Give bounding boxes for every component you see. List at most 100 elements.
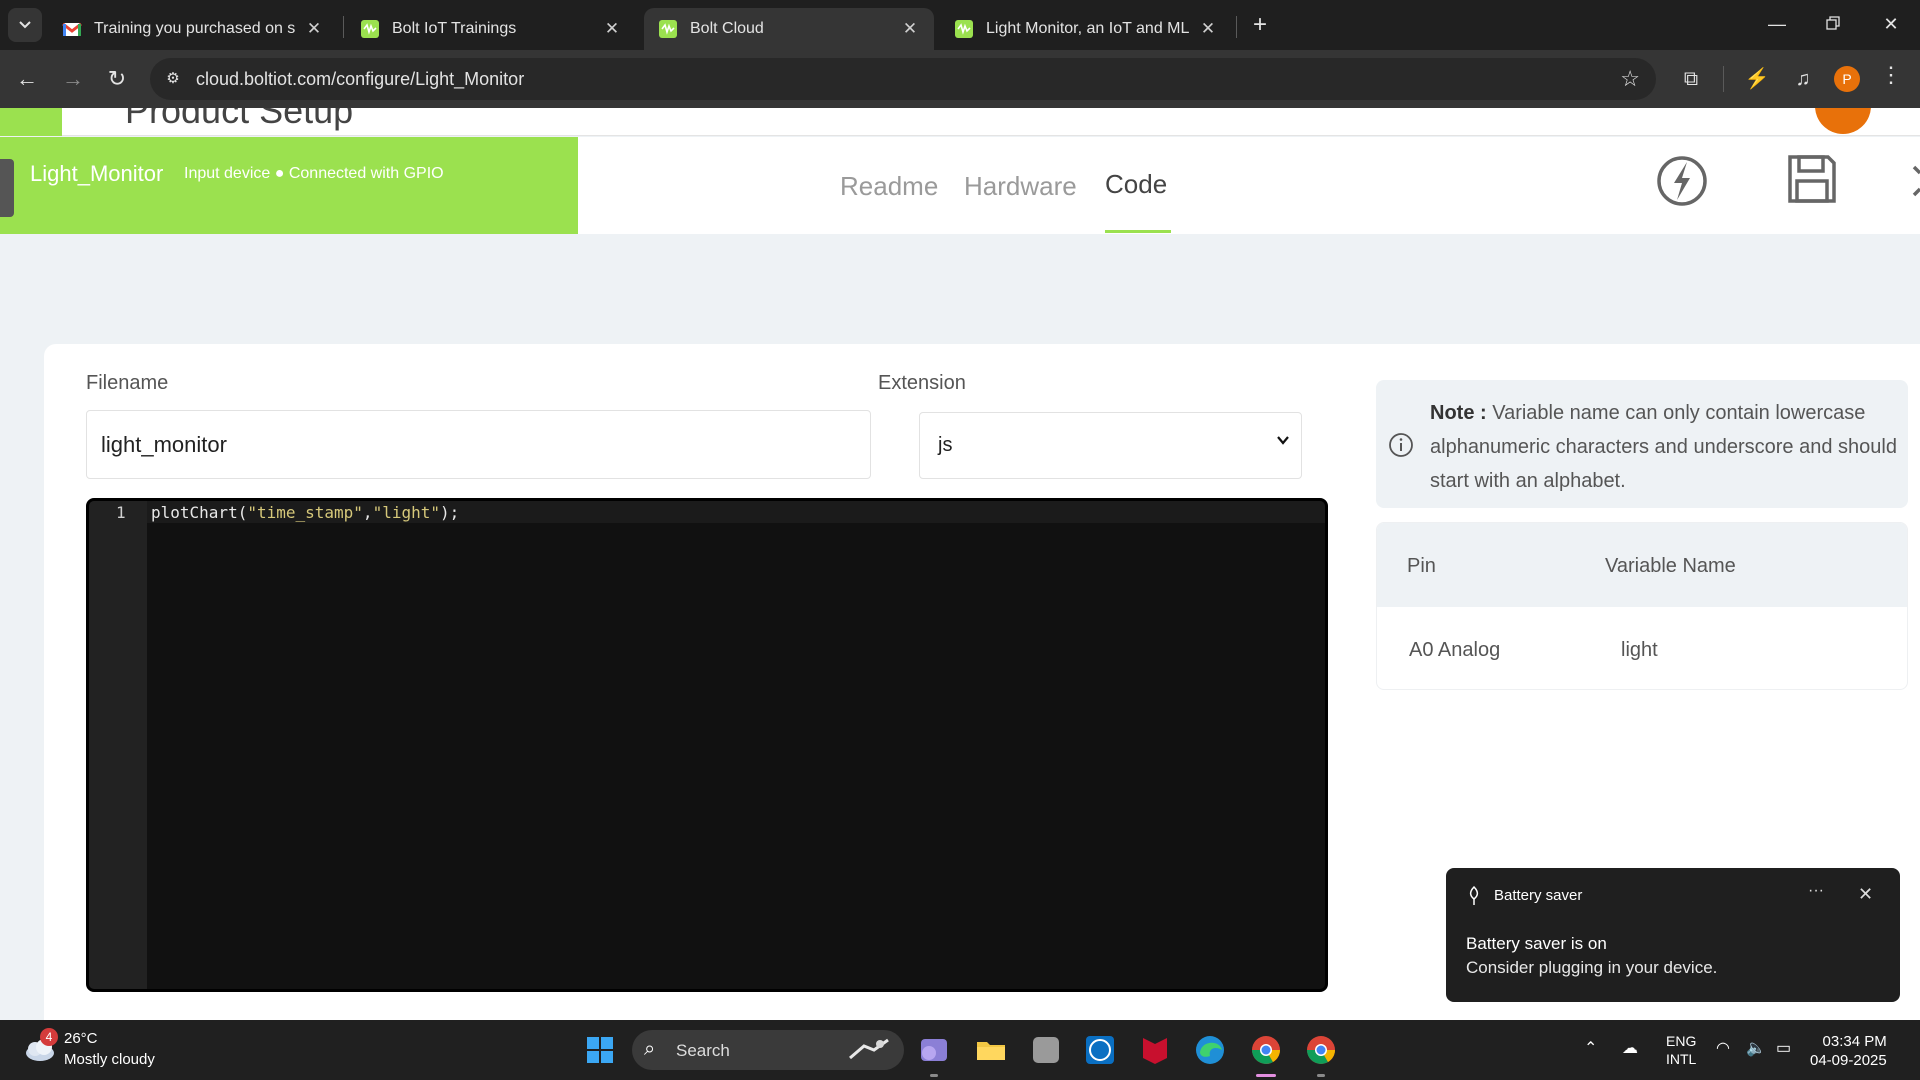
edge-icon[interactable] [1194,1034,1226,1066]
more-icon[interactable] [1900,153,1920,209]
more-options-icon[interactable]: ··· [1808,882,1824,900]
search-placeholder: Search [676,1041,730,1060]
code-line[interactable]: plotChart("time_stamp","light"); [151,503,459,522]
green-corner [0,108,62,136]
extensions-icon[interactable]: ⧉ [1676,64,1706,94]
note-box: Note : Variable name can only contain lo… [1376,380,1908,508]
user-avatar[interactable] [1815,108,1871,134]
tray-chevron-up-icon[interactable]: ⌃ [1584,1038,1597,1058]
file-explorer-icon[interactable] [975,1034,1007,1066]
bolt-icon [659,20,677,38]
page-title-cut: Product Setup [125,108,354,131]
forward-button[interactable]: → [56,62,90,96]
close-icon[interactable]: ✕ [1858,884,1873,905]
running-indicator [1317,1074,1325,1077]
back-button[interactable]: ← [10,62,44,96]
dell-icon[interactable] [1084,1034,1116,1066]
browser-menu-icon[interactable]: ⋮ [1880,62,1902,88]
save-icon[interactable] [1784,151,1840,207]
tab-title: Training you purchased on shop [94,20,296,37]
notification-body: Consider plugging in your device. [1466,958,1718,977]
volume-icon[interactable]: 🔈 [1746,1038,1766,1058]
tab-hardware[interactable]: Hardware [964,171,1077,202]
media-control-icon[interactable]: ♫ [1788,64,1818,94]
taskbar-search[interactable]: ⌕ Search [632,1030,904,1070]
header-variable-name: Variable Name [1605,555,1736,577]
system-clock[interactable]: 03:34 PM 04-09-2025 [1810,1032,1887,1070]
weather-badge: 4 [40,1028,58,1046]
minimize-button[interactable]: — [1752,6,1802,42]
battery-saver-icon [1469,886,1479,905]
tab-separator [1236,16,1237,38]
code-token: plotChart( [151,503,248,522]
tab-search-button[interactable] [8,8,42,42]
search-icon: ⌕ [644,1038,656,1060]
filename-value: light_monitor [101,431,227,457]
browser-tab-bar: Training you purchased on shop ✕ Bolt Io… [0,0,1920,50]
app-icon[interactable] [1030,1034,1062,1066]
battery-saver-notification[interactable]: Battery saver ··· ✕ Battery saver is on … [1446,868,1900,1002]
clock-time: 03:34 PM [1822,1033,1887,1050]
header-pin: Pin [1407,555,1436,577]
chevron-down-icon [1277,436,1289,445]
close-tab-icon[interactable]: ✕ [602,19,622,39]
wifi-icon[interactable]: ◠ [1716,1038,1730,1058]
close-window-button[interactable]: ✕ [1866,6,1916,42]
deploy-icon[interactable] [1654,153,1710,209]
profile-avatar[interactable]: P [1834,66,1860,92]
device-card: Light_Monitor Input device ● Connected w… [0,137,578,234]
lang-top: ENG [1666,1033,1697,1049]
bolt-icon [361,20,379,38]
gmail-icon [62,22,82,36]
line-number: 1 [116,503,126,522]
battery-icon[interactable]: ▭ [1776,1038,1791,1058]
filename-input[interactable]: light_monitor [86,410,871,479]
variable-cell: light [1621,639,1658,661]
task-view-icon[interactable] [918,1034,950,1066]
restore-icon [1826,16,1840,30]
close-tab-icon[interactable]: ✕ [1198,19,1218,39]
tab-separator [343,16,344,38]
device-card-edge [0,159,14,217]
input-language[interactable]: ENG INTL [1666,1032,1696,1068]
taskbar: 4 26°C Mostly cloudy ⌕ Search ⌃ ☁ ENG IN… [0,1020,1920,1080]
browser-tab-bolt-cloud[interactable]: Bolt Cloud ✕ [644,8,934,50]
onedrive-icon[interactable]: ☁ [1622,1038,1638,1058]
browser-tab-light-monitor[interactable]: Light Monitor, an IoT and ML p ✕ [940,8,1232,50]
weather-temperature[interactable]: 26°C [64,1030,98,1047]
close-tab-icon[interactable]: ✕ [900,19,920,39]
tab-title: Bolt IoT Trainings [392,20,517,37]
site-info-icon[interactable]: ⚙ [160,66,186,92]
code-token: , [362,503,373,522]
browser-toolbar: ← → ↻ ⚙ cloud.boltiot.com/configure/Ligh… [0,50,1920,108]
extension-select[interactable]: js [919,412,1302,479]
chevron-down-icon [19,21,31,29]
running-indicator [930,1074,938,1077]
editor-gutter [89,501,147,989]
note-label: Note : [1430,402,1487,424]
bookmark-star-icon[interactable]: ☆ [1620,66,1640,92]
weather-condition[interactable]: Mostly cloudy [64,1051,155,1068]
browser-tab-gmail[interactable]: Training you purchased on shop ✕ [48,8,338,50]
address-bar[interactable]: ⚙ cloud.boltiot.com/configure/Light_Moni… [150,58,1656,100]
filename-label: Filename [86,372,169,394]
performance-icon[interactable]: ⚡ [1742,64,1772,94]
url-text: cloud.boltiot.com/configure/Light_Monito… [196,69,525,89]
running-indicator [1256,1074,1276,1077]
tab-readme[interactable]: Readme [840,171,938,202]
code-token: ); [440,503,460,522]
toolbar-separator [1723,66,1724,92]
restore-button[interactable] [1808,6,1858,42]
pin-variable-table: Pin Variable Name A0 Analog light [1376,522,1908,690]
chrome-profile-icon[interactable] [1305,1034,1337,1066]
tab-code[interactable]: Code [1105,169,1167,200]
browser-tab-bolt-trainings[interactable]: Bolt IoT Trainings ✕ [346,8,636,50]
mcafee-icon[interactable] [1139,1034,1171,1066]
reload-button[interactable]: ↻ [100,62,134,96]
code-editor[interactable]: 1 plotChart("time_stamp","light"); [86,498,1328,992]
table-header: Pin Variable Name [1377,523,1907,607]
chrome-icon[interactable] [1250,1034,1282,1066]
new-tab-button[interactable]: + [1245,10,1275,40]
windows-start-icon[interactable] [586,1036,614,1064]
close-tab-icon[interactable]: ✕ [304,19,324,39]
